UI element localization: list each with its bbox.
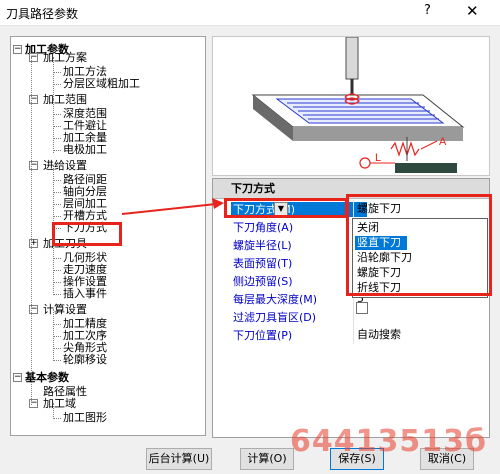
title-bar: 刀具路径参数 ? ✕ <box>0 0 500 26</box>
property-label: 下刀位置(P) <box>233 329 293 342</box>
toolpath-preview-graphic: L A <box>251 37 465 173</box>
property-label: 过滤刀具盲区(D) <box>233 311 317 324</box>
annotation-box-row <box>224 198 348 218</box>
tree-item[interactable]: 电极加工 <box>63 143 107 156</box>
tree-item[interactable]: 插入事件 <box>63 287 107 300</box>
tree-item[interactable]: 轮廓移设 <box>63 353 107 366</box>
tree-item[interactable]: 加工图形 <box>63 411 107 424</box>
annotation-arrow <box>121 198 224 215</box>
tree-toggle[interactable]: − <box>13 45 22 54</box>
window-title: 刀具路径参数 <box>6 7 79 21</box>
tree-item[interactable]: 进给设置 <box>43 159 87 172</box>
tree-item[interactable]: 加工方案 <box>43 51 87 64</box>
annotation-box-tree <box>52 222 122 246</box>
label-l: L <box>375 152 381 164</box>
tree-toggle[interactable]: − <box>13 373 22 382</box>
tree-item[interactable]: 分层区域粗加工 <box>63 77 140 90</box>
property-row[interactable]: 过滤刀具盲区(D) <box>213 308 489 326</box>
property-value[interactable] <box>355 309 489 325</box>
background-calc-button[interactable]: 后台计算(U) <box>146 448 212 470</box>
tree-item[interactable]: 加工范围 <box>43 93 87 106</box>
property-row[interactable]: 下刀位置(P) 自动搜索 <box>213 326 489 344</box>
preview-illustration: L A <box>212 36 490 176</box>
label-a: A <box>439 136 447 148</box>
annotation-box-dropdown <box>346 194 492 296</box>
watermark-text: 64413513б <box>290 424 487 459</box>
close-button[interactable]: ✕ <box>466 2 479 20</box>
help-button[interactable]: ? <box>424 3 431 18</box>
calculate-button[interactable]: 计算(O) <box>240 448 294 470</box>
tree-item[interactable]: 计算设置 <box>43 303 87 316</box>
property-value[interactable]: 自动搜索 <box>355 327 489 343</box>
filter-blind-zone-checkbox[interactable] <box>356 302 368 314</box>
tree-item[interactable]: 加工域 <box>43 397 76 410</box>
